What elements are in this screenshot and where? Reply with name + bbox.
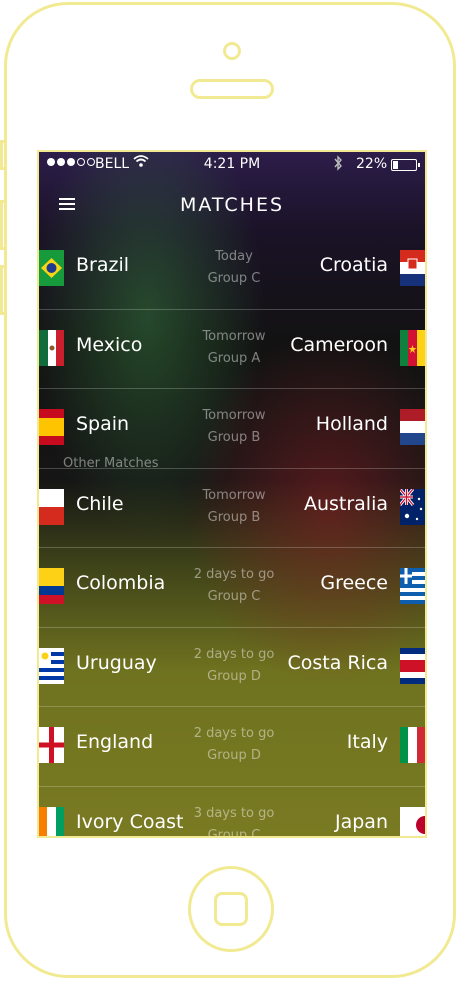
home-team-name: England	[76, 731, 154, 753]
page-title: MATCHES	[179, 194, 285, 216]
match-info: Tomorrow Group B	[179, 405, 289, 449]
home-team-name: Brazil	[76, 254, 130, 276]
home-team-name: Spain	[76, 413, 130, 435]
match-group: Group D	[207, 668, 261, 684]
match-row[interactable]: Colombia 2 days to go Group C Greece	[39, 548, 425, 628]
away-team-name: Greece	[320, 572, 388, 594]
match-row[interactable]: Brazil Today Group C Croatia	[39, 230, 425, 310]
earpiece-speaker	[190, 79, 274, 99]
match-group: Group B	[207, 509, 261, 525]
home-team-name: Chile	[76, 492, 124, 515]
match-when: 3 days to go	[193, 805, 275, 821]
match-row[interactable]: Mexico Tomorrow Group A Cameroon	[39, 310, 425, 389]
other-matches-label: Other Matches	[63, 456, 159, 471]
home-team-name: Uruguay	[76, 651, 157, 674]
flag-uruguay-icon	[39, 647, 64, 684]
flag-england-icon	[39, 727, 64, 763]
flag-chile-icon	[39, 488, 64, 525]
match-info: Today Group C	[179, 246, 289, 290]
match-when: 2 days to go	[193, 726, 275, 741]
match-info: Tomorrow Group B	[179, 485, 289, 529]
match-info: 2 days to go Group C	[179, 564, 289, 608]
match-when: 2 days to go	[193, 646, 275, 662]
flag-greece-icon	[400, 568, 425, 604]
flag-netherlands-icon	[400, 409, 425, 445]
match-when: Tomorrow	[202, 408, 266, 423]
flag-mexico-icon	[39, 329, 64, 366]
front-camera	[223, 42, 241, 60]
home-button-icon	[214, 892, 248, 926]
flag-croatia-icon	[400, 250, 425, 286]
match-when: Tomorrow	[202, 487, 266, 503]
volume-down-button	[0, 265, 7, 315]
match-row[interactable]: Chile Tomorrow Group B Australia	[39, 469, 425, 548]
app-screen: BELL 4:21 PM 22% MATCHES Brazil Today Grou…	[37, 150, 427, 838]
battery-percent: 22%	[356, 156, 388, 172]
flag-costa-rica-icon	[400, 647, 425, 684]
bluetooth-icon	[333, 155, 343, 175]
match-info: Tomorrow Group A	[179, 326, 289, 370]
flag-australia-icon	[400, 488, 425, 525]
flag-spain-icon	[39, 409, 64, 445]
away-team-name: Holland	[315, 413, 388, 435]
away-team-name: Costa Rica	[287, 651, 389, 674]
flag-colombia-icon	[39, 568, 64, 604]
home-team-name: Colombia	[76, 572, 166, 594]
away-team-name: Japan	[335, 810, 388, 833]
home-team-name: Ivory Coast	[76, 810, 184, 833]
match-info: 2 days to go Group D	[179, 644, 289, 688]
away-team-name: Australia	[303, 492, 388, 515]
away-team-name: Italy	[346, 731, 388, 753]
match-group: Group B	[207, 430, 261, 445]
mute-switch	[0, 140, 7, 170]
nav-bar: MATCHES	[39, 178, 425, 230]
match-when: Tomorrow	[202, 328, 266, 344]
match-group: Group C	[207, 271, 261, 286]
match-info: 2 days to go Group D	[179, 723, 289, 767]
volume-up-button	[0, 200, 7, 250]
home-team-name: Mexico	[76, 333, 143, 356]
status-bar: BELL 4:21 PM 22%	[39, 152, 425, 178]
away-team-name: Croatia	[319, 254, 388, 276]
flag-brazil-icon	[39, 250, 64, 286]
flag-cameroon-icon	[400, 329, 425, 366]
match-group: Group D	[207, 748, 261, 763]
match-info: 3 days to go Group C	[179, 803, 289, 838]
match-row[interactable]: England 2 days to go Group D Italy	[39, 707, 425, 787]
match-when: 2 days to go	[193, 567, 275, 582]
flag-japan-icon	[400, 806, 425, 836]
match-list: Brazil Today Group C Croatia Mexico Tomorrow G…	[39, 230, 425, 838]
match-row[interactable]: Ivory Coast 3 days to go Group C Japan	[39, 787, 425, 838]
away-team-name: Cameroon	[290, 333, 388, 356]
flag-ivory-coast-icon	[39, 806, 64, 836]
battery-icon	[391, 159, 420, 171]
match-group: Group A	[207, 350, 261, 366]
match-row[interactable]: Uruguay 2 days to go Group D Costa Rica	[39, 628, 425, 707]
flag-italy-icon	[400, 727, 425, 763]
match-group: Group C	[207, 827, 261, 838]
match-when: Today	[215, 249, 253, 264]
match-group: Group C	[207, 589, 261, 604]
